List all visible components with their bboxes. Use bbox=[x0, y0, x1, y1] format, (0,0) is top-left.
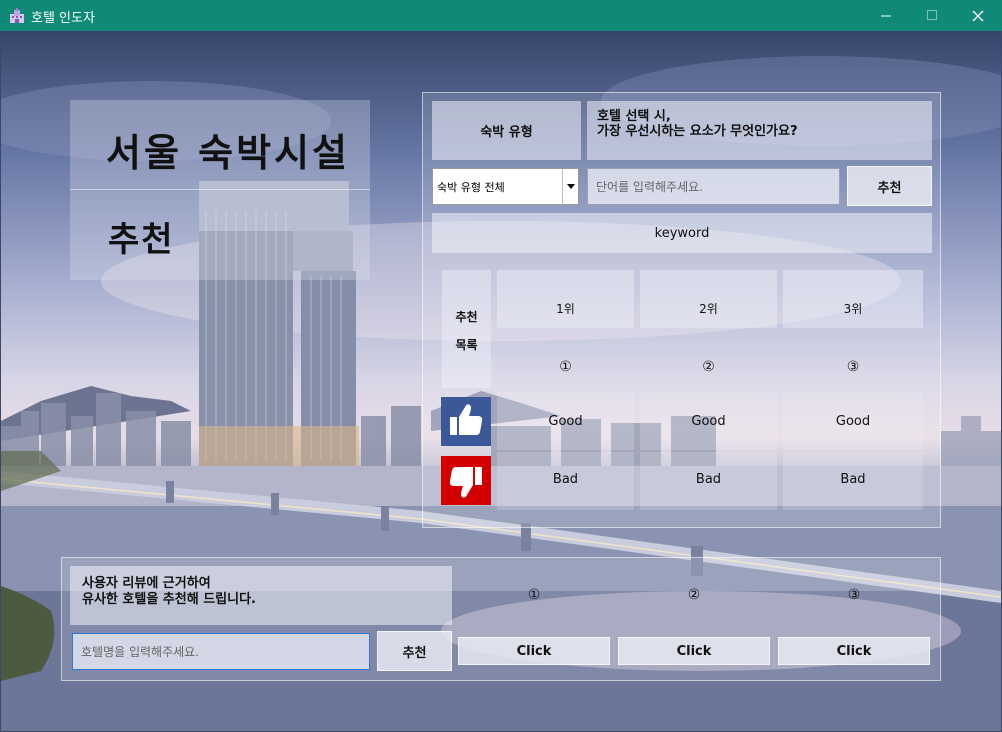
list-label-box bbox=[442, 270, 491, 388]
review-result-3-number: ③ bbox=[847, 587, 861, 603]
review-result-1-number: ① bbox=[527, 587, 541, 603]
review-recommend-button[interactable]: 추천 bbox=[377, 631, 452, 671]
keyword-input[interactable]: 단어를 입력해주세요. bbox=[587, 168, 840, 205]
review-description: 사용자 리뷰에 근거하여 유사한 호텔을 추천해 드립니다. bbox=[82, 576, 256, 607]
question-text: 호텔 선택 시, 가장 우선시하는 요소가 무엇인가요? bbox=[597, 109, 798, 139]
keyword-text: keyword bbox=[654, 225, 710, 241]
lodging-type-select-value: 숙박 유형 전체 bbox=[437, 180, 505, 194]
lodging-type-select[interactable]: 숙박 유형 전체 bbox=[432, 168, 579, 205]
review-result-2-number: ② bbox=[687, 587, 701, 603]
rank-cell bbox=[497, 270, 634, 328]
keyword-recommend-button[interactable]: 추천 bbox=[847, 166, 932, 206]
review-result-2-click-button[interactable]: Click bbox=[618, 637, 770, 665]
hotel-name-input-placeholder: 호텔명을 입력해주세요. bbox=[81, 645, 200, 659]
review-recommend-button-label: 추천 bbox=[402, 645, 427, 661]
close-button[interactable] bbox=[955, 0, 1001, 31]
close-icon bbox=[972, 10, 984, 21]
lodging-type-label-box: 숙박 유형 bbox=[432, 101, 581, 160]
thumbs-up-icon bbox=[441, 397, 491, 446]
main-title: 서울 숙박시설 bbox=[106, 131, 350, 175]
review-description-box: 사용자 리뷰에 근거하여 유사한 호텔을 추천해 드립니다. bbox=[70, 566, 452, 625]
click-button-label: Click bbox=[836, 643, 872, 659]
thumbs-down-icon bbox=[441, 456, 491, 505]
keyword-recommend-button-label: 추천 bbox=[877, 180, 902, 196]
click-button-label: Click bbox=[516, 643, 552, 659]
result-1-good[interactable]: Good bbox=[497, 414, 634, 429]
rank-cell bbox=[640, 270, 777, 328]
result-2-bad[interactable]: Bad bbox=[640, 472, 777, 487]
list-label-line1: 추천 bbox=[455, 310, 478, 324]
rank-3-label: 3위 bbox=[843, 302, 863, 316]
result-2-number[interactable]: ② bbox=[640, 359, 777, 375]
keyword-input-placeholder: 단어를 입력해주세요. bbox=[596, 180, 703, 194]
maximize-button[interactable] bbox=[909, 0, 955, 31]
main-title-panel: 서울 숙박시설 추천 bbox=[70, 100, 370, 280]
result-3-bad[interactable]: Bad bbox=[783, 472, 923, 487]
result-3-good[interactable]: Good bbox=[783, 414, 923, 429]
result-1-number[interactable]: ① bbox=[497, 359, 634, 375]
result-2-good[interactable]: Good bbox=[640, 414, 777, 429]
click-button-label: Click bbox=[676, 643, 712, 659]
rank-1-label: 1위 bbox=[556, 302, 575, 316]
minimize-icon bbox=[880, 15, 891, 17]
question-box: 호텔 선택 시, 가장 우선시하는 요소가 무엇인가요? bbox=[587, 101, 932, 160]
chevron-down-icon bbox=[562, 169, 578, 204]
rank-cell bbox=[783, 270, 923, 328]
lodging-type-label: 숙박 유형 bbox=[480, 125, 533, 140]
title-bar: 호텔 인도자 bbox=[0, 0, 1002, 31]
list-label-line2: 목록 bbox=[455, 338, 478, 352]
hotel-name-input[interactable]: 호텔명을 입력해주세요. bbox=[72, 633, 370, 670]
result-1-bad[interactable]: Bad bbox=[497, 472, 634, 487]
review-result-3-click-button[interactable]: Click bbox=[778, 637, 930, 665]
title-divider bbox=[70, 189, 370, 190]
app-icon bbox=[10, 8, 24, 23]
keyword-display: keyword bbox=[432, 213, 932, 253]
maximize-icon bbox=[926, 10, 937, 20]
window-title: 호텔 인도자 bbox=[31, 11, 95, 26]
review-result-1-click-button[interactable]: Click bbox=[458, 637, 610, 665]
result-3-number[interactable]: ③ bbox=[783, 359, 923, 375]
main-subtitle: 추천 bbox=[108, 220, 175, 260]
minimize-button[interactable] bbox=[863, 0, 909, 31]
rank-2-label: 2위 bbox=[699, 302, 718, 316]
